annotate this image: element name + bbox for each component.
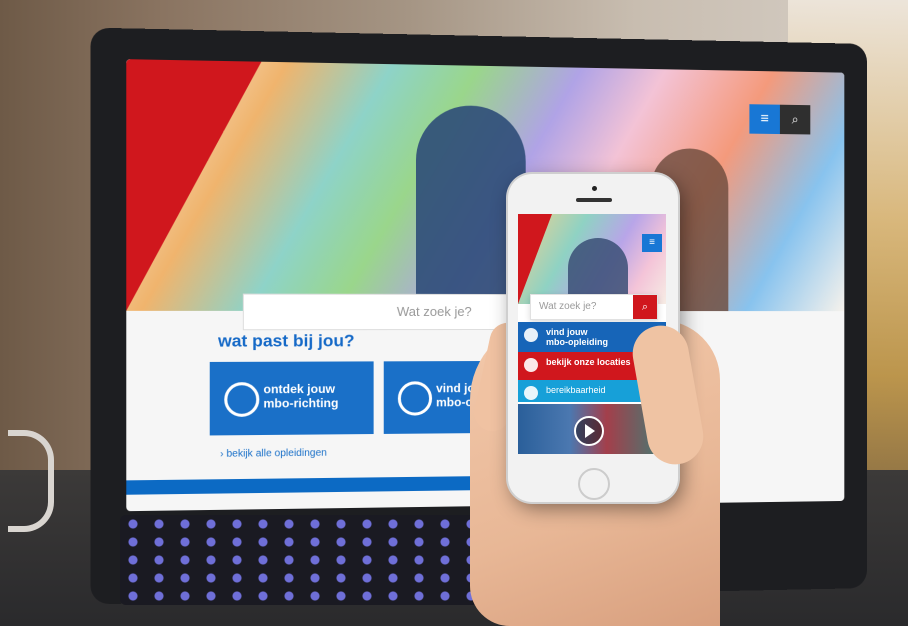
item-label: bereikbaarheid [546,385,606,395]
menu-icon[interactable]: ≡ [642,234,662,252]
item-label: bekijk onze locaties [546,357,631,367]
search-icon[interactable]: ⌕ [633,295,657,319]
scene: ≡ ⌕ Wat zoek je? wat past bij jou? ontde… [0,0,908,626]
all-courses-link[interactable]: › bekijk alle opleidingen [220,448,327,460]
brand-triangle [126,59,262,311]
item-label: vind jouw mbo-opleiding [546,327,608,347]
bus-icon [524,386,538,400]
compass-icon [224,382,260,417]
location-pin-icon [524,358,538,372]
play-icon[interactable] [574,416,604,446]
cup-handle [8,430,54,532]
book-icon [524,328,538,342]
book-icon [397,381,433,416]
phone-search-input[interactable]: Wat zoek je? ⌕ [530,294,658,320]
search-icon[interactable]: ⌕ [779,104,811,135]
phone-search-placeholder: Wat zoek je? [539,301,597,312]
card-label: ontdek jouw mbo-richting [263,381,339,411]
card-direction[interactable]: ontdek jouw mbo-richting [209,361,374,436]
menu-icon[interactable]: ≡ [749,104,780,135]
bottom-bar [126,475,514,495]
speaker [576,198,612,202]
home-button[interactable] [578,468,610,500]
camera [592,186,597,191]
phone-brand-triangle [518,214,552,304]
section-heading: wat past bij jou? [218,331,355,351]
search-placeholder: Wat zoek je? [396,303,472,320]
